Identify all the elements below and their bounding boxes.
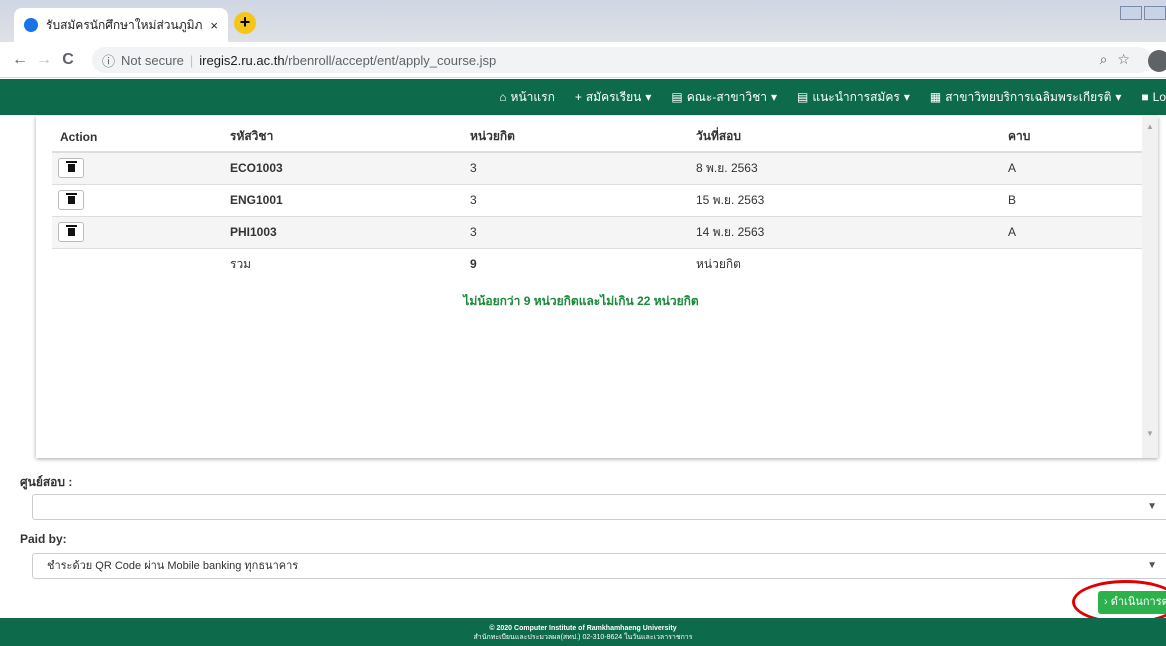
scroll-up-icon[interactable]: ▲ (1142, 122, 1158, 131)
add-user-icon: + (574, 90, 582, 104)
footer-copyright: © 2020 Computer Institute of Ramkhamhaen… (489, 625, 677, 632)
course-period: A (1008, 151, 1142, 184)
header-course-code: รหัสวิชา (230, 122, 470, 153)
total-credits: 9 (470, 247, 696, 280)
url-host: iregis2.ru.ac.th (199, 52, 285, 68)
course-period: A (1008, 215, 1142, 248)
paid-by-select[interactable]: ชำระด้วย QR Code ผ่าน Mobile banking ทุก… (32, 553, 1166, 579)
table-row: ENG1001 3 15 พ.ย. 2563 B (52, 183, 1142, 216)
footer-contact: สำนักทะเบียนและประมวลผล(สทป.) 02-310-862… (473, 634, 693, 641)
chevron-down-icon: ▾ (1115, 90, 1122, 104)
panel-scrollbar[interactable]: ▲ ▼ (1142, 116, 1158, 458)
forward-arrow-icon[interactable]: → (32, 51, 56, 69)
nav-home-label: หน้าแรก (510, 89, 555, 104)
lock-icon: ■ (1141, 90, 1149, 104)
exam-center-label: ศูนย์สอบ : (20, 475, 73, 489)
table-row: PHI1003 3 14 พ.ย. 2563 A (52, 215, 1142, 248)
table-row: ECO1003 3 8 พ.ย. 2563 A (52, 151, 1142, 184)
list-icon: ▤ (796, 90, 809, 104)
nav-guide-label: แนะนำการสมัคร (812, 89, 900, 104)
total-unit: หน่วยกิต (696, 247, 1008, 280)
table-header-row: Action รหัสวิชา หน่วยกิต วันที่สอบ คาบ (52, 122, 1142, 153)
course-code: ENG1001 (230, 183, 470, 216)
chevron-down-icon: ▾ (645, 90, 652, 104)
course-exam-date: 8 พ.ย. 2563 (696, 151, 1008, 184)
chevron-down-icon: ▼ (1147, 560, 1157, 571)
header-action: Action (52, 122, 230, 153)
scroll-down-icon[interactable]: ▼ (1142, 429, 1158, 438)
browser-tab-bar: รับสมัครนักศึกษาใหม่ส่วนภูมิภาค × + (0, 0, 1166, 42)
header-exam-date: วันที่สอบ (696, 122, 1008, 153)
nav-login[interactable]: ■ Lo (1141, 90, 1166, 104)
course-code: PHI1003 (230, 215, 470, 248)
delete-course-button[interactable] (58, 158, 84, 179)
new-tab-button[interactable]: + (234, 12, 256, 34)
paid-by-label: Paid by: (20, 532, 67, 546)
total-label: รวม (230, 247, 470, 280)
trash-icon (65, 161, 77, 173)
url-omnibox[interactable]: ⓘ Not secure | iregis2.ru.ac.th /rbenrol… (92, 47, 1152, 73)
maximize-icon[interactable] (1144, 6, 1166, 20)
url-path: /rbenroll/accept/ent/apply_course.jsp (284, 52, 497, 68)
tab-close-icon[interactable]: × (210, 18, 218, 33)
delete-course-button[interactable] (58, 222, 84, 242)
info-icon[interactable]: ⓘ (102, 51, 115, 70)
zoom-star-icons[interactable]: ⌕☆ (1100, 51, 1140, 68)
browser-tab[interactable]: รับสมัครนักศึกษาใหม่ส่วนภูมิภาค × (14, 8, 228, 42)
course-table: Action รหัสวิชา หน่วยกิต วันที่สอบ คาบ E… (52, 122, 1142, 280)
delete-course-button[interactable] (58, 190, 84, 210)
nav-campus-label: สาขาวิทยบริการเฉลิมพระเกียรติ (945, 89, 1112, 104)
profile-avatar-icon[interactable] (1148, 50, 1166, 72)
course-credits: 3 (470, 151, 696, 184)
trash-icon (65, 225, 77, 236)
minimize-icon[interactable] (1120, 6, 1142, 20)
course-code: ECO1003 (230, 151, 470, 184)
home-icon: ⌂ (499, 90, 507, 104)
header-period: คาบ (1008, 122, 1142, 153)
course-exam-date: 15 พ.ย. 2563 (696, 183, 1008, 216)
nav-faculty[interactable]: ▤ คณะ-สาขาวิชา ▾ (671, 88, 777, 107)
book-icon: ▤ (671, 90, 683, 104)
chevron-down-icon: ▾ (903, 90, 910, 104)
tab-title: รับสมัครนักศึกษาใหม่ส่วนภูมิภาค (46, 17, 203, 32)
site-favicon-icon (24, 18, 38, 32)
course-credits: 3 (470, 183, 696, 216)
exam-center-select[interactable]: ▼ (32, 494, 1166, 520)
site-navbar: ⌂ หน้าแรก + สมัครเรียน ▾ ▤ คณะ-สาขาวิชา … (0, 79, 1166, 115)
chevron-down-icon: ▼ (1147, 501, 1157, 512)
nav-guide[interactable]: ▤ แนะนำการสมัคร ▾ (797, 88, 910, 107)
header-credits: หน่วยกิต (470, 122, 696, 153)
nav-apply[interactable]: + สมัครเรียน ▾ (575, 88, 652, 107)
url-separator: | (189, 52, 194, 68)
site-footer: © 2020 Computer Institute of Ramkhamhaen… (0, 618, 1166, 646)
reload-icon[interactable]: C (56, 51, 80, 69)
course-panel: Action รหัสวิชา หน่วยกิต วันที่สอบ คาบ E… (36, 116, 1158, 458)
nav-login-label: Lo (1152, 90, 1166, 104)
back-arrow-icon[interactable]: ← (8, 51, 32, 69)
course-exam-date: 14 พ.ย. 2563 (696, 215, 1008, 248)
course-period: B (1008, 183, 1142, 216)
trash-icon (65, 193, 77, 204)
credit-limit-note: ไม่น้อยกว่า 9 หน่วยกิตและไม่เกิน 22 หน่ว… (463, 294, 699, 308)
paid-by-value: ชำระด้วย QR Code ผ่าน Mobile banking ทุก… (47, 560, 299, 572)
nav-campus[interactable]: ▦ สาขาวิทยบริการเฉลิมพระเกียรติ ▾ (930, 88, 1122, 107)
nav-faculty-label: คณะ-สาขาวิชา (686, 89, 767, 104)
course-credits: 3 (470, 215, 696, 248)
security-status: Not secure (121, 52, 184, 68)
window-controls (1120, 6, 1166, 20)
total-row: รวม 9 หน่วยกิต (52, 247, 1142, 280)
nav-apply-label: สมัครเรียน (585, 89, 642, 104)
address-bar: ← → C ⓘ Not secure | iregis2.ru.ac.th /r… (0, 42, 1166, 78)
chevron-down-icon: ▾ (770, 90, 777, 104)
nav-home[interactable]: ⌂ หน้าแรก (499, 88, 555, 107)
card-icon: ▦ (929, 90, 942, 104)
